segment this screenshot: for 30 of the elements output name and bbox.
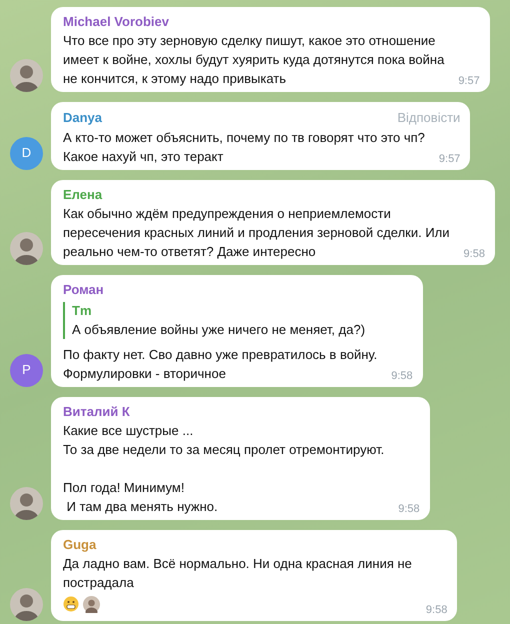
message-time: 9:58 (426, 602, 448, 616)
avatar (10, 588, 43, 620)
author-name[interactable]: Елена (63, 186, 102, 204)
message-time: 9:57 (438, 152, 460, 166)
avatar[interactable]: D (10, 136, 43, 170)
avatar (10, 59, 43, 92)
message-text: По факту нет. Сво давно уже превратилось в войну. Формулировки - вторичное (63, 346, 378, 382)
message-text: Как обычно ждём предупреждения о неприемлемости пересечения красных линий и продления зерновой сделки. Или реально чем-то ответят? Даже интересно (63, 204, 450, 260)
message-time: 9:58 (464, 246, 485, 260)
author-name[interactable]: Виталий К (63, 402, 130, 420)
quote-author: Tm (72, 302, 92, 320)
message-text: Какие все шустрые ... То за две недели то за месяц пролет отремонтируют. Пол года! Минимум! И там два менять нужно. (63, 422, 384, 516)
reactor-avatar (83, 596, 100, 612)
message-text: А кто-то может объяснить, почему по тв говорят что это чп? Какое нахуй чп, это теракт (63, 128, 425, 166)
avatar[interactable]: P (10, 354, 43, 386)
quote-text: А объявление войны уже ничего не меняет, да?) (72, 320, 366, 338)
avatar (10, 232, 43, 264)
message-time: 9:58 (391, 368, 413, 382)
message-text: Да ладно вам. Всё нормально. Ни одна красная линия не пострадала (63, 554, 412, 592)
message-text: Что все про эту зерновую сделку пишут, какое это отношение имеет к войне, хохлы будут хуярить куда дотянутся пока война не кончится, к этому надо привыкать (63, 32, 444, 88)
reply-link[interactable]: Відповісти (397, 108, 460, 128)
author-name[interactable]: Guga (63, 536, 96, 554)
author-name[interactable]: Danya (63, 109, 102, 127)
message-time: 9:58 (398, 502, 420, 516)
message-time: 9:57 (458, 74, 480, 88)
author-name[interactable]: Роман (63, 280, 104, 298)
avatar (10, 486, 43, 520)
quoted-message[interactable]: Tm А объявление войны уже ничего не меняет, да?) (63, 302, 413, 338)
grinning-face-icon (63, 596, 79, 612)
author-name[interactable]: Michael Vorobiev (63, 13, 169, 31)
